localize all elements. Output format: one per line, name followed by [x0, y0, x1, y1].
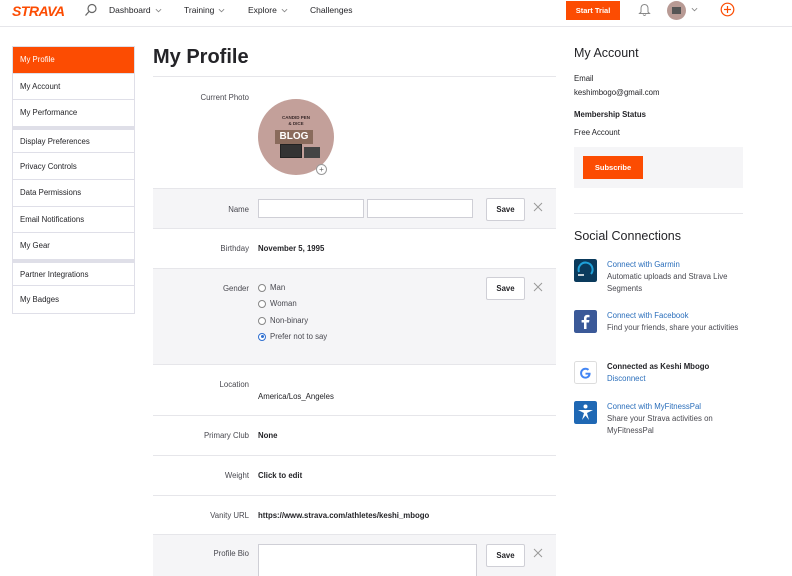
my-account-heading: My Account — [574, 46, 639, 60]
gender-save-button[interactable]: Save — [486, 277, 525, 300]
photo-row: Current Photo CANDID PEN & DICE BLOG + — [153, 77, 556, 189]
sidebar-item-privacy-controls[interactable]: Privacy Controls — [13, 153, 134, 180]
nav-explore[interactable]: Explore — [248, 5, 288, 15]
sidebar-item-my-profile[interactable]: My Profile — [13, 47, 134, 74]
vanity-url-row: Vanity URL https://www.strava.com/athlet… — [153, 496, 556, 535]
close-icon[interactable] — [533, 548, 543, 558]
club-value[interactable]: None — [258, 431, 278, 440]
bio-label: Profile Bio — [213, 549, 249, 558]
radio-button[interactable] — [258, 316, 266, 325]
email-value: keshimbogo@gmail.com — [574, 88, 660, 97]
gender-option-non-binary[interactable]: Non-binary — [258, 316, 308, 325]
laptop-graphic — [304, 147, 320, 158]
search-icon[interactable] — [84, 3, 98, 17]
monitor-graphic — [280, 144, 302, 158]
birthday-label: Birthday — [220, 244, 249, 253]
nav-training[interactable]: Training — [184, 5, 225, 15]
google-connection: Connected as Keshi Mbogo Disconnect — [574, 361, 749, 387]
myfitnesspal-connection: Connect with MyFitnessPal Share your Str… — [574, 401, 749, 437]
chevron-down-icon — [155, 8, 162, 12]
chevron-down-icon — [218, 8, 225, 12]
bio-save-button[interactable]: Save — [486, 544, 525, 567]
avatar[interactable] — [667, 1, 686, 20]
bio-textarea[interactable] — [258, 544, 477, 576]
garmin-connection: Connect with Garmin Automatic uploads an… — [574, 259, 749, 295]
sidebar-item-display-preferences[interactable]: Display Preferences — [13, 126, 134, 154]
gender-label: Gender — [222, 284, 249, 293]
nav-dashboard[interactable]: Dashboard — [109, 5, 162, 15]
page-title: My Profile — [153, 46, 249, 68]
bio-row: Profile Bio Save — [153, 535, 556, 576]
gender-option-prefer-not[interactable]: Prefer not to say — [258, 332, 327, 341]
birthday-row: Birthday November 5, 1995 — [153, 229, 556, 269]
birthday-value[interactable]: November 5, 1995 — [258, 244, 324, 253]
primary-club-row: Primary Club None — [153, 416, 556, 456]
close-icon[interactable] — [533, 202, 543, 212]
nav-challenges[interactable]: Challenges — [310, 5, 353, 15]
close-icon[interactable] — [533, 282, 543, 292]
gender-option-woman[interactable]: Woman — [258, 299, 297, 308]
connect-garmin-link[interactable]: Connect with Garmin — [607, 259, 752, 271]
start-trial-button[interactable]: Start Trial — [566, 1, 620, 20]
subscribe-panel: Subscribe — [574, 147, 743, 188]
bell-icon[interactable] — [638, 3, 651, 17]
vanity-value[interactable]: https://www.strava.com/athletes/keshi_mb… — [258, 511, 429, 520]
name-label: Name — [228, 205, 249, 214]
membership-label: Membership Status — [574, 110, 646, 119]
upload-plus-icon[interactable] — [720, 2, 735, 17]
name-save-button[interactable]: Save — [486, 198, 525, 221]
sidebar-item-my-account[interactable]: My Account — [13, 74, 134, 101]
myfitnesspal-icon — [574, 401, 597, 424]
garmin-description: Automatic uploads and Strava Live Segmen… — [607, 272, 728, 293]
sidebar-item-my-gear[interactable]: My Gear — [13, 233, 134, 260]
weight-label: Weight — [224, 471, 249, 480]
facebook-icon — [574, 310, 597, 333]
location-row: Location America/Los_Angeles — [153, 365, 556, 416]
connect-facebook-link[interactable]: Connect with Facebook — [607, 310, 752, 322]
sidebar-item-my-badges[interactable]: My Badges — [13, 286, 134, 313]
google-connected-status: Connected as Keshi Mbogo — [607, 362, 710, 371]
top-navigation: STRAVA Dashboard Training Explore Challe… — [0, 0, 792, 27]
facebook-connection: Connect with Facebook Find your friends,… — [574, 310, 749, 346]
radio-button[interactable] — [258, 299, 266, 308]
gender-row: Gender Man Woman Non-binary Prefer not t… — [153, 269, 556, 365]
sidebar-item-partner-integrations[interactable]: Partner Integrations — [13, 259, 134, 287]
myfitnesspal-description: Share your Strava activities on MyFitnes… — [607, 414, 713, 435]
first-name-input[interactable] — [258, 199, 364, 218]
location-value[interactable]: America/Los_Angeles — [258, 392, 334, 401]
connect-myfitnesspal-link[interactable]: Connect with MyFitnessPal — [607, 401, 752, 413]
location-label: Location — [219, 380, 249, 389]
gender-option-man[interactable]: Man — [258, 283, 285, 292]
weight-row: Weight Click to edit — [153, 456, 556, 496]
sidebar-item-data-permissions[interactable]: Data Permissions — [13, 180, 134, 207]
last-name-input[interactable] — [367, 199, 473, 218]
weight-value[interactable]: Click to edit — [258, 471, 302, 480]
radio-button[interactable] — [258, 283, 266, 292]
subscribe-button[interactable]: Subscribe — [583, 156, 643, 179]
divider — [574, 213, 743, 214]
google-icon — [574, 361, 597, 384]
email-label: Email — [574, 74, 594, 83]
chevron-down-icon[interactable] — [691, 6, 698, 13]
garmin-icon — [574, 259, 597, 282]
sidebar-item-email-notifications[interactable]: Email Notifications — [13, 207, 134, 234]
membership-value: Free Account — [574, 128, 620, 137]
strava-logo[interactable]: STRAVA — [12, 3, 65, 19]
radio-button-selected[interactable] — [258, 332, 266, 341]
social-connections-heading: Social Connections — [574, 229, 682, 243]
club-label: Primary Club — [203, 431, 249, 440]
facebook-description: Find your friends, share your activities — [607, 323, 739, 332]
add-photo-icon[interactable]: + — [316, 164, 327, 175]
name-row: Name Save — [153, 189, 556, 229]
sidebar-item-my-performance[interactable]: My Performance — [13, 100, 134, 127]
chevron-down-icon — [281, 8, 288, 12]
disconnect-google-link[interactable]: Disconnect — [607, 373, 752, 385]
settings-sidebar: My Profile My Account My Performance Dis… — [12, 46, 135, 314]
photo-label: Current Photo — [200, 93, 249, 102]
vanity-label: Vanity URL — [210, 511, 249, 520]
